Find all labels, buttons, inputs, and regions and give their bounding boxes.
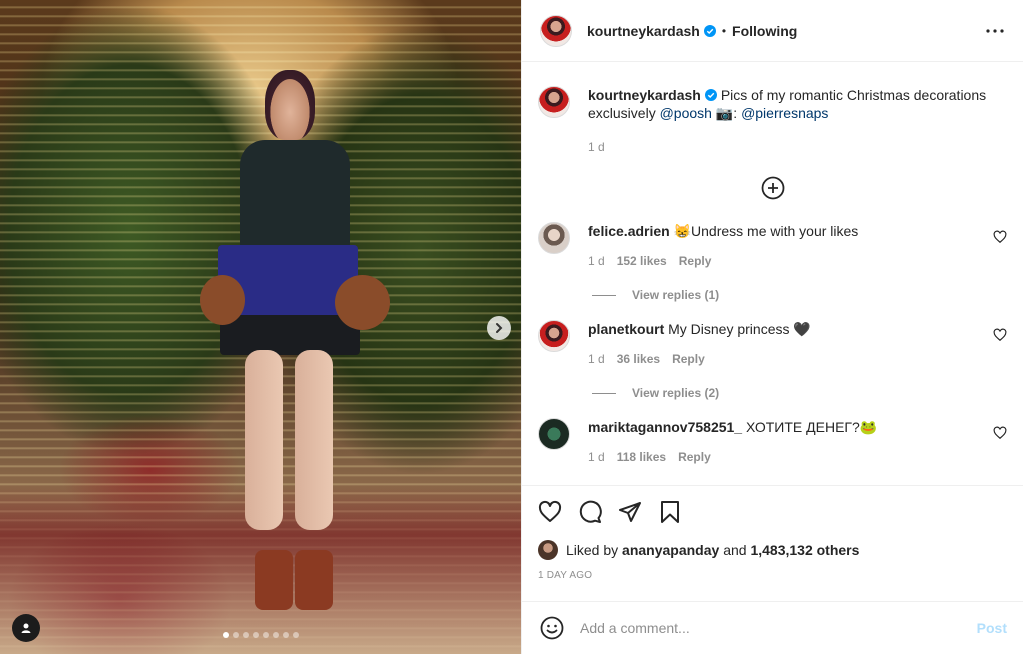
comment-text: 😸Undress me with your likes (673, 223, 859, 239)
caption: kourtneykardash Pics of my romantic Chris… (538, 62, 1007, 154)
share-button[interactable] (610, 492, 650, 532)
carousel-dot (263, 632, 269, 638)
likes-prefix: Liked by (566, 542, 619, 558)
verified-badge-icon (703, 24, 716, 37)
mention-link[interactable]: @pierresnaps (741, 105, 828, 121)
carousel-dot (283, 632, 289, 638)
heart-icon[interactable] (993, 328, 1007, 342)
header-username[interactable]: kourtneykardash (587, 23, 700, 39)
camera-emoji: 📷 (715, 105, 734, 121)
comment-likes[interactable]: 36 likes (617, 352, 660, 366)
likes-user-link[interactable]: ananyapanday (622, 542, 719, 558)
post-date[interactable]: 1 DAY AGO (538, 570, 1007, 581)
chevron-right-icon (496, 323, 503, 333)
avatar[interactable] (538, 540, 558, 560)
emoji-icon (540, 616, 564, 640)
comment-username[interactable]: planetkourt (588, 321, 664, 337)
comment-time[interactable]: 1 d (588, 254, 605, 268)
comment-icon (579, 500, 602, 523)
bookmark-icon (661, 501, 679, 523)
comment-item: planetkourt My Disney princess 🖤 1 d 36 … (538, 320, 1007, 366)
post-header: kourtneykardash • Following (522, 0, 1023, 62)
post-actions: Liked by ananyapanday and 1,483,132 othe… (522, 485, 1023, 581)
comment-likes[interactable]: 152 likes (617, 254, 667, 268)
comment-time[interactable]: 1 d (588, 352, 605, 366)
carousel-dot (223, 632, 229, 638)
comment-time[interactable]: 1 d (588, 450, 605, 464)
comment-username[interactable]: felice.adrien (588, 223, 670, 239)
emoji-button[interactable] (538, 614, 566, 642)
post-button[interactable]: Post (977, 620, 1007, 636)
reply-button[interactable]: Reply (679, 254, 712, 268)
save-button[interactable] (650, 492, 690, 532)
likes-others-link[interactable]: 1,483,132 others (750, 542, 859, 558)
avatar[interactable] (538, 418, 570, 450)
like-button[interactable] (530, 492, 570, 532)
comments-list[interactable]: kourtneykardash Pics of my romantic Chris… (522, 62, 1023, 484)
likes-summary: Liked by ananyapanday and 1,483,132 othe… (538, 540, 1007, 560)
more-options-button[interactable] (983, 19, 1007, 43)
comment-likes[interactable]: 118 likes (617, 450, 666, 464)
next-image-button[interactable] (487, 316, 511, 340)
caption-colon: : (733, 105, 742, 121)
mention-link[interactable]: @poosh (660, 105, 712, 121)
comment-item: mariktagannov758251_ ХОТИТЕ ДЕНЕГ?🐸 1 d … (538, 418, 1007, 464)
comment-username[interactable]: mariktagannov758251_ (588, 419, 742, 435)
view-replies-label: View replies (2) (632, 386, 720, 400)
user-tag-button[interactable] (12, 614, 40, 642)
view-replies-label: View replies (1) (632, 288, 720, 302)
heart-icon[interactable] (993, 230, 1007, 244)
avatar[interactable] (538, 320, 570, 352)
heart-icon[interactable] (993, 426, 1007, 440)
heart-icon (538, 500, 562, 522)
caption-time[interactable]: 1 d (588, 140, 1007, 154)
avatar[interactable] (538, 222, 570, 254)
carousel-dots (223, 632, 299, 638)
separator: • (721, 23, 727, 38)
view-replies-button[interactable]: View replies (2) (592, 386, 1007, 400)
post-image[interactable] (0, 0, 521, 654)
add-comment-bar: Post (522, 601, 1023, 654)
more-options-icon (986, 28, 1004, 33)
avatar[interactable] (538, 86, 570, 118)
load-more-comments-button[interactable] (538, 172, 1007, 204)
carousel-dot (243, 632, 249, 638)
comment-text: My Disney princess 🖤 (668, 321, 811, 337)
comment-input[interactable] (580, 620, 977, 636)
following-button[interactable]: Following (732, 23, 797, 39)
comment-item: felice.adrien 😸Undress me with your like… (538, 222, 1007, 268)
comment-text: ХОТИТЕ ДЕНЕГ?🐸 (745, 419, 878, 435)
share-icon (619, 502, 641, 522)
person-figure (200, 60, 390, 620)
carousel-dot (273, 632, 279, 638)
reply-button[interactable]: Reply (678, 450, 711, 464)
likes-middle: and (723, 542, 747, 558)
reply-button[interactable]: Reply (672, 352, 705, 366)
avatar[interactable] (540, 14, 572, 47)
carousel-dot (233, 632, 239, 638)
verified-badge-icon (704, 89, 717, 101)
caption-username[interactable]: kourtneykardash (588, 87, 701, 103)
plus-circle-icon (761, 176, 784, 200)
carousel-dot (253, 632, 259, 638)
view-replies-button[interactable]: View replies (1) (592, 288, 1007, 302)
post-side-panel: kourtneykardash • Following kourtneykard… (521, 0, 1023, 654)
comment-button[interactable] (570, 492, 610, 532)
carousel-dot (293, 632, 299, 638)
user-tag-icon (21, 623, 31, 633)
